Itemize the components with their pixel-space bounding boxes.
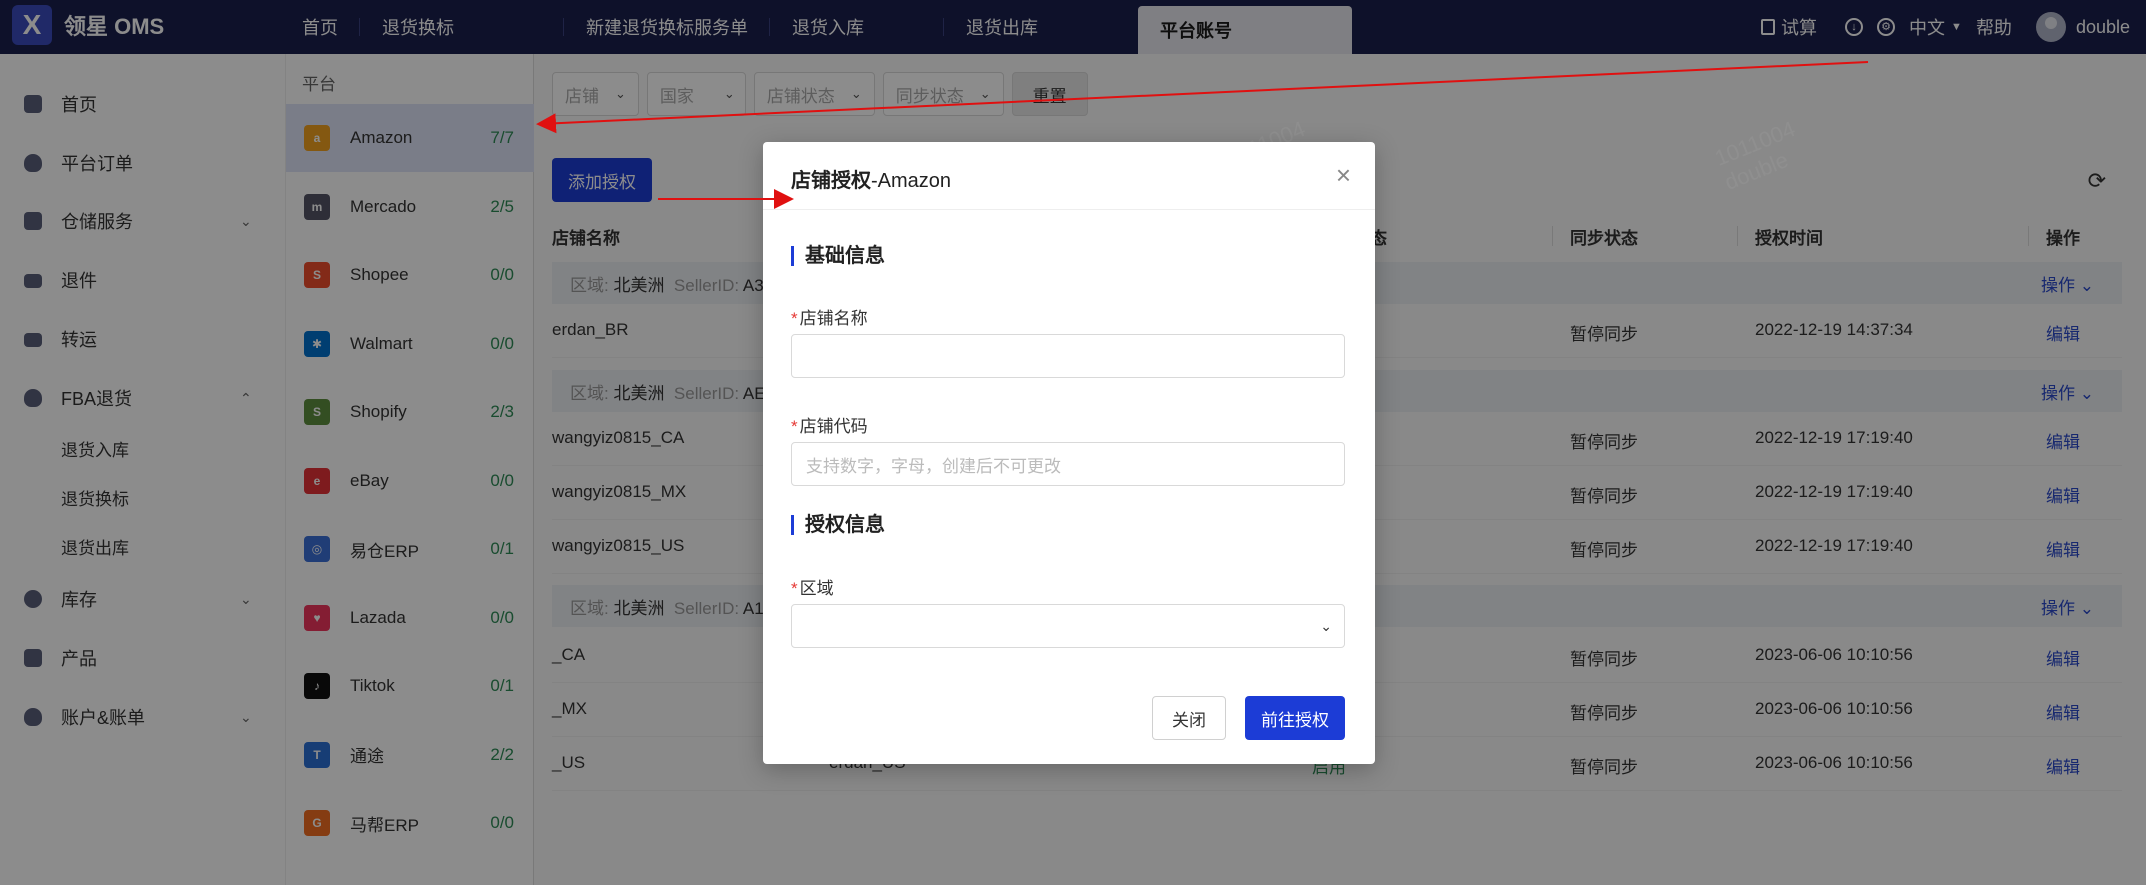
section-basic-info: 基础信息 — [791, 246, 885, 266]
go-authorize-button[interactable]: 前往授权 — [1245, 696, 1345, 740]
dialog-header: 店铺授权-Amazon × — [763, 142, 1375, 210]
shop-code-label: * 店铺代码 — [791, 412, 868, 437]
shop-code-label-text: 店铺代码 — [799, 417, 868, 436]
region-label: * 区域 — [791, 574, 834, 599]
required-mark: * — [791, 417, 798, 436]
dialog-title: 店铺授权-Amazon — [791, 164, 951, 193]
required-mark: * — [791, 579, 798, 598]
section-auth-info: 授权信息 — [791, 515, 885, 535]
dialog-title-prefix: 店铺授权 — [791, 170, 871, 192]
dialog-title-suffix: -Amazon — [871, 170, 952, 192]
close-button[interactable]: 关闭 — [1152, 696, 1226, 740]
shop-code-input[interactable]: 支持数字，字母，创建后不可更改 — [791, 442, 1345, 486]
shop-name-label: * 店铺名称 — [791, 304, 868, 329]
required-mark: * — [791, 309, 798, 328]
watermark: 1011004double — [1711, 116, 1808, 196]
region-select[interactable]: ⌄ — [791, 604, 1345, 648]
close-icon[interactable]: × — [1336, 160, 1351, 191]
shop-name-label-text: 店铺名称 — [799, 309, 868, 328]
shop-name-input[interactable] — [791, 334, 1345, 378]
region-label-text: 区域 — [799, 579, 834, 598]
shop-authorization-dialog: 店铺授权-Amazon × 基础信息 * 店铺名称 * 店铺代码 支持数字，字母，创… — [763, 142, 1375, 764]
chevron-down-icon: ⌄ — [1320, 617, 1332, 634]
